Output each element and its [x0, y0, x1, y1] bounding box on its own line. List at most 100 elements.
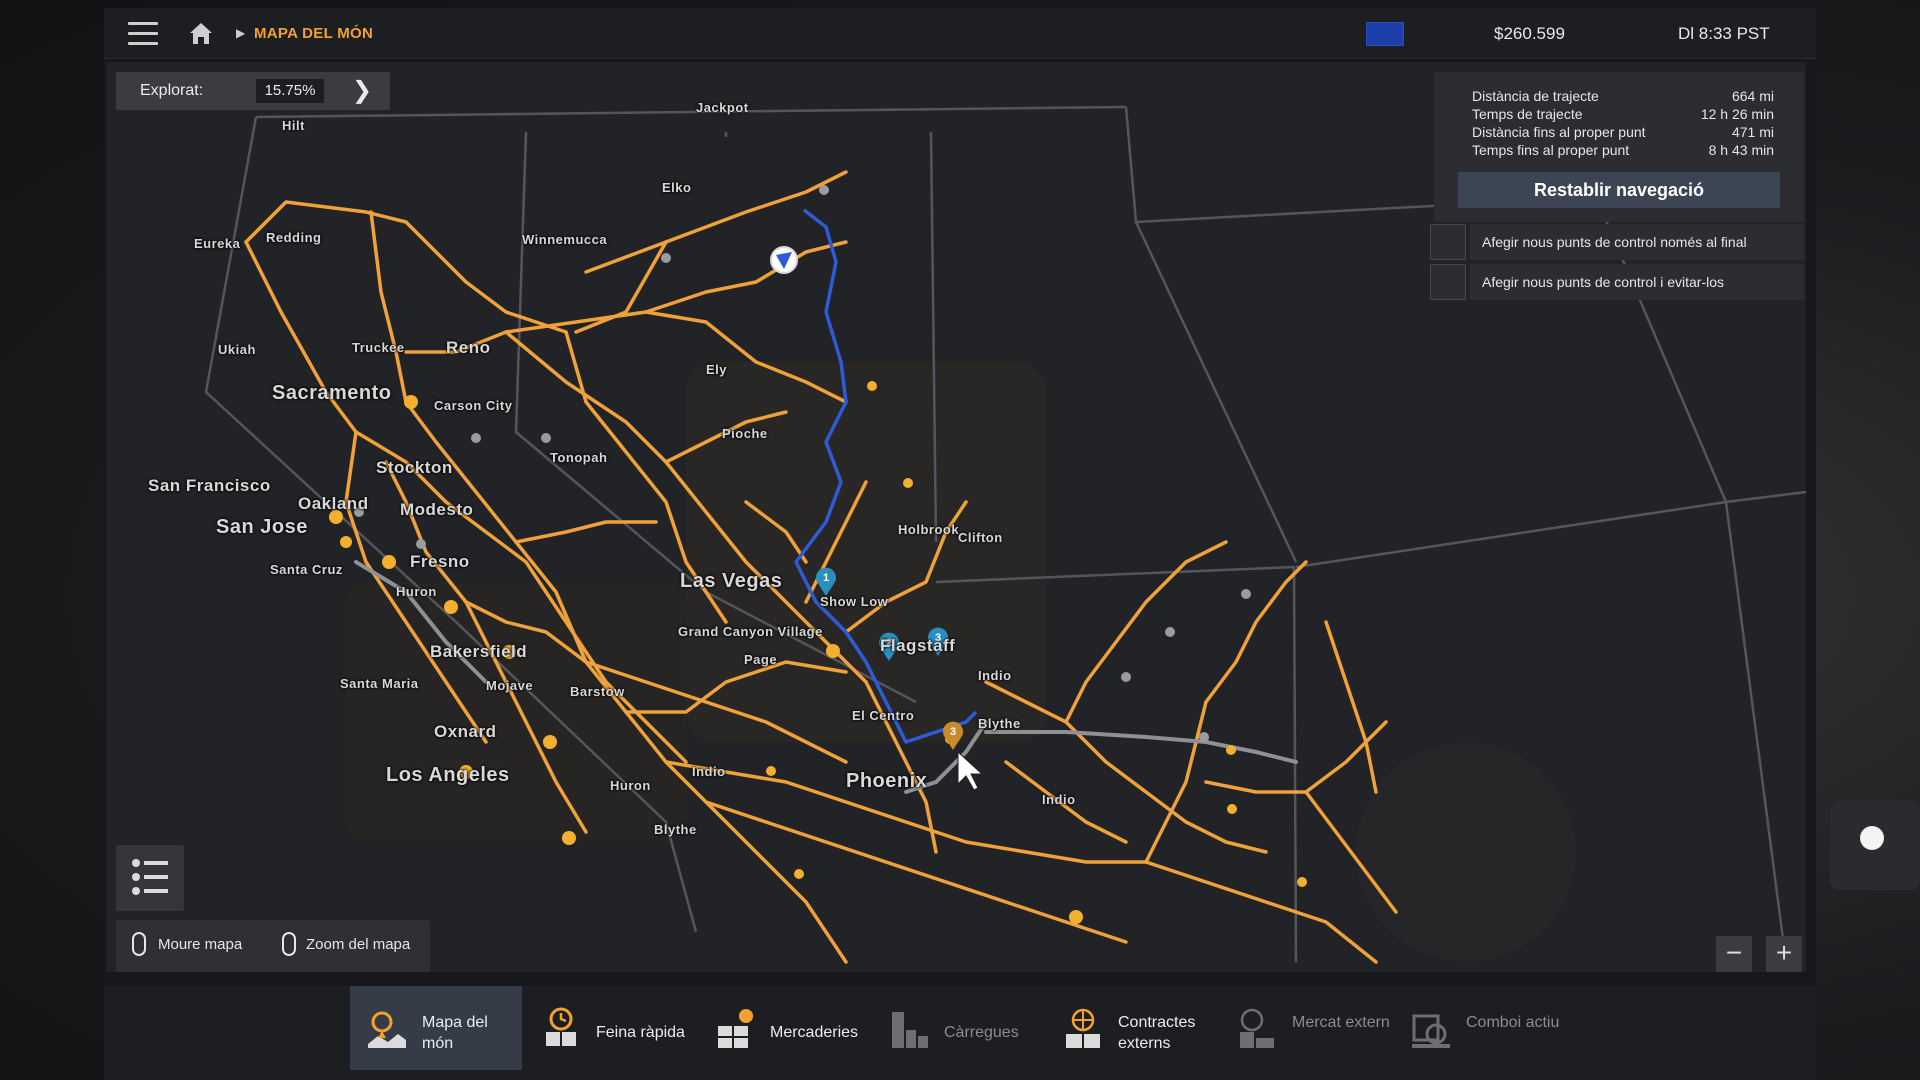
freight-market-icon [718, 1009, 753, 1048]
map-label-clifton: Indio [1042, 792, 1076, 807]
map-label-page: Holbrook [898, 522, 960, 537]
checkbox-add-and-avoid-label[interactable]: Afegir nous punts de control i evitar-lo… [1470, 264, 1804, 300]
map-label-el-centro: Blythe [654, 822, 697, 837]
explored-value: 15.75% [256, 79, 324, 103]
tab-active-convoy[interactable]: Comboi actiu [1394, 986, 1566, 1070]
map-label-oxnard: Oxnard [434, 722, 497, 741]
background-truck-image [1830, 800, 1920, 890]
tab-external-market[interactable]: Mercat extern [1220, 986, 1392, 1070]
route-distance-label: Distància de trajecte [1472, 88, 1599, 104]
tab-active-convoy-label: Comboi actiu [1466, 1014, 1560, 1031]
tab-world-map[interactable]: Mapa del món [350, 986, 522, 1070]
map-label-modesto: Modesto [400, 500, 474, 519]
map-label-truckee: Truckee [352, 340, 405, 355]
route-distance-value: 664 mi [1731, 88, 1774, 104]
map-label-carson-city: Carson City [434, 398, 513, 413]
menu-icon[interactable] [128, 22, 158, 46]
map-label-show-low: Blythe [978, 716, 1021, 731]
next-point-time-label: Temps fins al proper punt [1472, 142, 1630, 158]
cargo-icon [892, 1012, 928, 1048]
map-label-oakland: Oakland [298, 494, 369, 513]
game-clock: Dl 8:33 PST [1678, 24, 1770, 43]
convoy-icon [1412, 1014, 1450, 1048]
globe-boxes-icon [1066, 1008, 1100, 1048]
mouse-wheel-icon [282, 932, 296, 956]
map-label-stockton: Stockton [376, 458, 453, 477]
checkbox-add-at-end-box[interactable] [1430, 224, 1466, 260]
map-label-phoenix: Phoenix [846, 770, 928, 792]
svg-text:3: 3 [950, 726, 956, 738]
map-label-kingman: Page [744, 652, 778, 667]
checkbox-add-at-end-label[interactable]: Afegir nous punts de control només al fi… [1470, 224, 1804, 260]
map-label-barstow: Barstow [570, 684, 625, 699]
explored-label: Explorat: [140, 82, 204, 99]
map-label-ely: Ely [706, 362, 728, 377]
next-point-distance-value: 471 mi [1731, 124, 1774, 140]
map-label-hilt: Hilt [282, 118, 305, 133]
map-label-eureka: Eureka [194, 236, 241, 251]
tab-freight-market[interactable]: Mercaderies [698, 986, 870, 1070]
mouse-left-icon [132, 932, 146, 956]
route-time-value: 12 h 26 min [1700, 106, 1774, 122]
svg-text:1: 1 [823, 572, 829, 584]
zoom-in-button[interactable]: + [1766, 936, 1802, 972]
zoom-out-button[interactable]: − [1716, 936, 1752, 972]
money-balance: $260.599 [1494, 24, 1565, 43]
map-label-santa-maria: Santa Maria [340, 676, 419, 691]
tab-external-contracts[interactable]: Contractes externs [1046, 986, 1218, 1070]
tab-external-market-label: Mercat extern [1292, 1014, 1390, 1031]
tab-external-contracts-label: Contractes externs [1118, 1014, 1196, 1052]
map-label-santa-cruz: Santa Cruz [270, 562, 343, 577]
legend-button[interactable] [116, 845, 184, 911]
map-icon [368, 1011, 406, 1048]
zoom-map-hint: Zoom del mapa [306, 936, 411, 953]
checkbox-add-and-avoid[interactable]: Afegir nous punts de control i evitar-lo… [1430, 264, 1804, 300]
map-label-los-angeles: Los Angeles [386, 764, 510, 786]
map-label-winnemucca: Winnemucca [522, 232, 608, 247]
chevron-right-icon[interactable]: ❯ [352, 76, 372, 105]
map-label-fresno: Fresno [410, 552, 470, 571]
route-time-label: Temps de trajecte [1472, 106, 1583, 122]
tab-quick-job[interactable]: Feina ràpida [524, 986, 696, 1070]
clock-boxes-icon [546, 1007, 576, 1046]
map-label-tonopah: Tonopah [550, 450, 608, 465]
home-icon[interactable] [186, 18, 216, 48]
legend-list-icon [132, 859, 168, 895]
navigation-panel: Distància de trajecte 664 mi Temps de tr… [1434, 72, 1804, 222]
bottom-tab-bar: Mapa del món Feina ràpida Mercaderies Cà… [104, 986, 1816, 1080]
map-label-san-francisco: San Francisco [148, 476, 271, 495]
map-label-redding: Redding [266, 230, 322, 245]
checkbox-add-and-avoid-box[interactable] [1430, 264, 1466, 300]
map-label-grand-canyon-village: Show Low [820, 594, 889, 609]
reset-navigation-button[interactable]: Restablir navegació [1458, 172, 1780, 208]
country-flag-icon [1366, 22, 1404, 46]
tab-cargo[interactable]: Càrregues [872, 986, 1044, 1070]
tab-cargo-label: Càrregues [944, 1024, 1019, 1041]
tab-freight-market-label: Mercaderies [770, 1024, 859, 1041]
map-label-jackpot: Jackpot [696, 100, 749, 115]
breadcrumb: MAPA DEL MÓN [254, 25, 374, 42]
globe-truck-icon [1240, 1008, 1274, 1048]
explored-panel: Explorat: 15.75% ❯ [116, 72, 390, 110]
map-label-blythe: Indio [692, 764, 726, 779]
map-label-ukiah: Ukiah [218, 342, 256, 357]
tab-quick-job-label: Feina ràpida [596, 1024, 685, 1041]
map-label-las-vegas: Las Vegas [680, 570, 783, 592]
checkbox-add-at-end[interactable]: Afegir nous punts de control només al fi… [1430, 224, 1804, 260]
map-label-indio: Huron [610, 778, 651, 793]
move-map-hint: Moure mapa [158, 936, 243, 953]
map-label-primm: Grand Canyon Village [678, 624, 823, 639]
next-point-time-value: 8 h 43 min [1708, 142, 1774, 158]
map-label-elko: Elko [662, 180, 692, 195]
map-label-huron: Huron [396, 584, 437, 599]
map-label-pioche: Pioche [722, 426, 768, 441]
map-label-reno: Reno [446, 338, 491, 357]
map-label-bakersfield: Bakersfield [430, 642, 528, 661]
next-point-distance-label: Distància fins al proper punt [1472, 124, 1646, 140]
top-bar: ▶ MAPA DEL MÓN $260.599 Dl 8:33 PST [104, 8, 1816, 59]
map-label-sacramento: Sacramento [272, 382, 392, 404]
map-label-holbrook: Indio [978, 668, 1012, 683]
tab-world-map-label: Mapa del món [422, 1014, 488, 1052]
map-label-mojave: Mojave [486, 678, 534, 693]
breadcrumb-arrow-icon: ▶ [236, 26, 246, 40]
